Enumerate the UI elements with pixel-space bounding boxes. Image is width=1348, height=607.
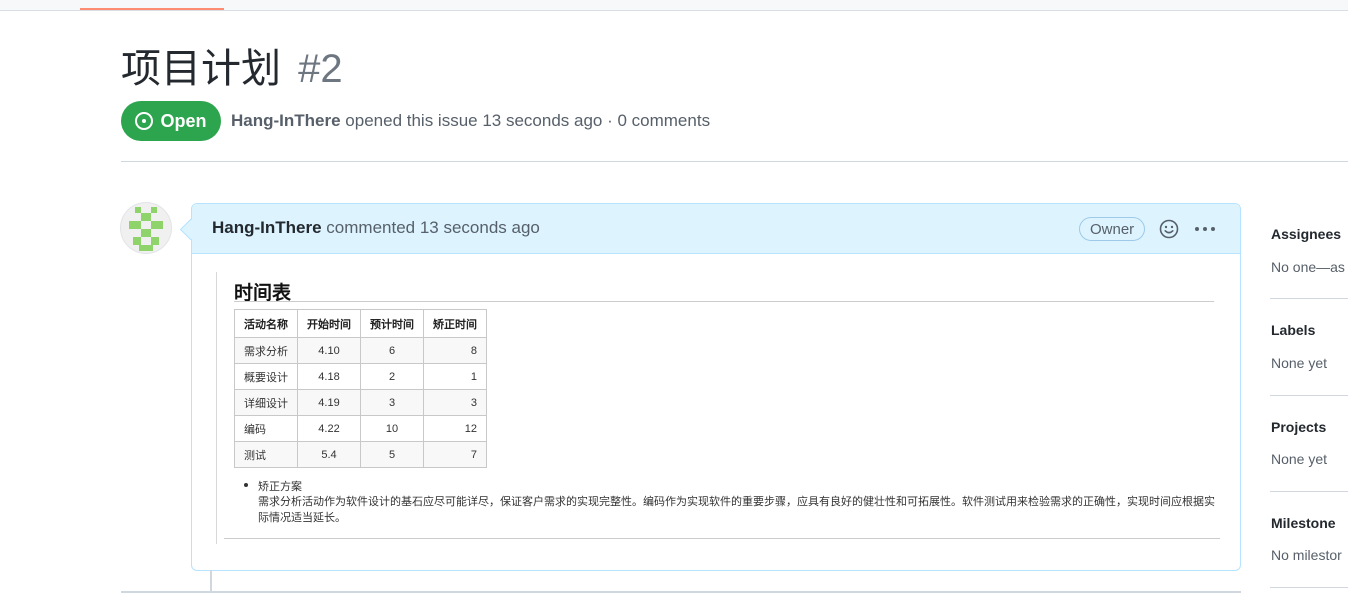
timeline-divider [121,591,1241,593]
issue-state-badge: Open [121,101,221,141]
table-cell: 5.4 [297,441,361,468]
body-left-border [216,272,217,544]
sidebar-assignees-value: No one—as [1271,259,1345,275]
table-cell: 6 [360,337,424,364]
issue-title: 项目计划 #2 [121,44,343,94]
sidebar-divider [1270,491,1348,492]
sidebar-divider [1270,298,1348,299]
kebab-horizontal-icon[interactable] [1194,219,1216,239]
table-cell: 5 [360,441,424,468]
bullet-dot [244,483,248,487]
timeline-line [210,570,212,592]
sidebar-labels-value: None yet [1271,355,1328,371]
top-nav-bar [0,0,1348,11]
table-row: 需求分析 4.10 6 8 [234,337,487,364]
table-cell: 测试 [234,441,298,468]
comment-header-text: Hang-InThere commented 13 seconds ago [212,216,540,240]
sidebar-divider [1270,395,1348,396]
avatar-pixel [129,221,141,229]
issue-title-text: 项目计划 [121,47,281,91]
table-cell: 1 [423,363,487,390]
table-cell: 4.10 [297,337,361,364]
table-cell: 编码 [234,415,298,442]
issue-opened-icon [135,112,154,130]
avatar-pixel [141,229,151,237]
table-cell: 概要设计 [234,363,298,390]
table-header-cell: 预计时间 [360,309,424,338]
avatar-pixel [141,213,151,221]
table-cell: 详细设计 [234,389,298,416]
avatar-pixel [133,237,141,245]
table-cell: 12 [423,415,487,442]
schedule-table: 活动名称 开始时间 预计时间 矫正时间 需求分析 4.10 6 8 概要设计 4… [234,309,487,468]
table-cell: 4.22 [297,415,361,442]
table-header-cell: 活动名称 [234,309,298,338]
table-cell: 需求分析 [234,337,298,364]
table-cell: 4.19 [297,389,361,416]
heading-rule [234,301,1214,302]
header-divider [121,161,1348,162]
table-row: 编码 4.22 10 12 [234,415,487,442]
sidebar-milestone-value: No milestor [1271,547,1342,563]
table-cell: 10 [360,415,424,442]
avatar[interactable] [120,202,172,254]
issue-meta-text: opened this issue 13 seconds ago · 0 com… [345,111,711,130]
sidebar-projects-heading[interactable]: Projects [1271,419,1326,435]
table-header-cell: 开始时间 [297,309,361,338]
sidebar-divider [1270,587,1348,588]
avatar-pixel [139,245,153,251]
issue-meta: Hang-InThere opened this issue 13 second… [231,108,710,134]
owner-badge: Owner [1079,217,1146,241]
issue-state-label: Open [160,110,207,131]
smiley-icon[interactable] [1159,219,1179,239]
comment-header: Hang-InThere commented 13 seconds ago Ow… [192,204,1240,254]
body-bottom-rule [224,538,1220,539]
sidebar-assignees-heading[interactable]: Assignees [1271,226,1341,242]
issue-comment: Hang-InThere commented 13 seconds ago Ow… [191,203,1241,571]
sidebar-milestone-heading[interactable]: Milestone [1271,515,1336,531]
table-row: 详细设计 4.19 3 3 [234,389,487,416]
bullet-label: 矫正方案 [258,481,302,493]
comment-author-link[interactable]: Hang-InThere [212,218,322,237]
table-cell: 4.18 [297,363,361,390]
table-cell: 8 [423,337,487,364]
table-row: 测试 5.4 5 7 [234,441,487,468]
issue-author-link[interactable]: Hang-InThere [231,111,341,130]
avatar-pixel [151,237,159,245]
table-cell: 3 [360,389,424,416]
table-cell: 7 [423,441,487,468]
table-header-row: 活动名称 开始时间 预计时间 矫正时间 [234,309,487,338]
table-cell: 3 [423,389,487,416]
sidebar-labels-heading[interactable]: Labels [1271,322,1315,338]
comment-body-image: 时间表 活动名称 开始时间 预计时间 矫正时间 需求分析 4.10 6 8 概要… [216,272,1220,544]
table-row: 概要设计 4.18 2 1 [234,363,487,390]
sidebar-projects-value: None yet [1271,451,1328,467]
selected-tab-underline [80,8,224,10]
issue-number: #2 [298,47,343,91]
bullet-text: 需求分析活动作为软件设计的基石应尽可能详尽，保证客户需求的实现完整性。编码作为实… [258,496,1215,524]
avatar-pixel [151,207,157,213]
avatar-pixel [151,221,163,229]
comment-timestamp[interactable]: commented 13 seconds ago [326,218,540,237]
table-header-cell: 矫正时间 [423,309,487,338]
table-cell: 2 [360,363,424,390]
